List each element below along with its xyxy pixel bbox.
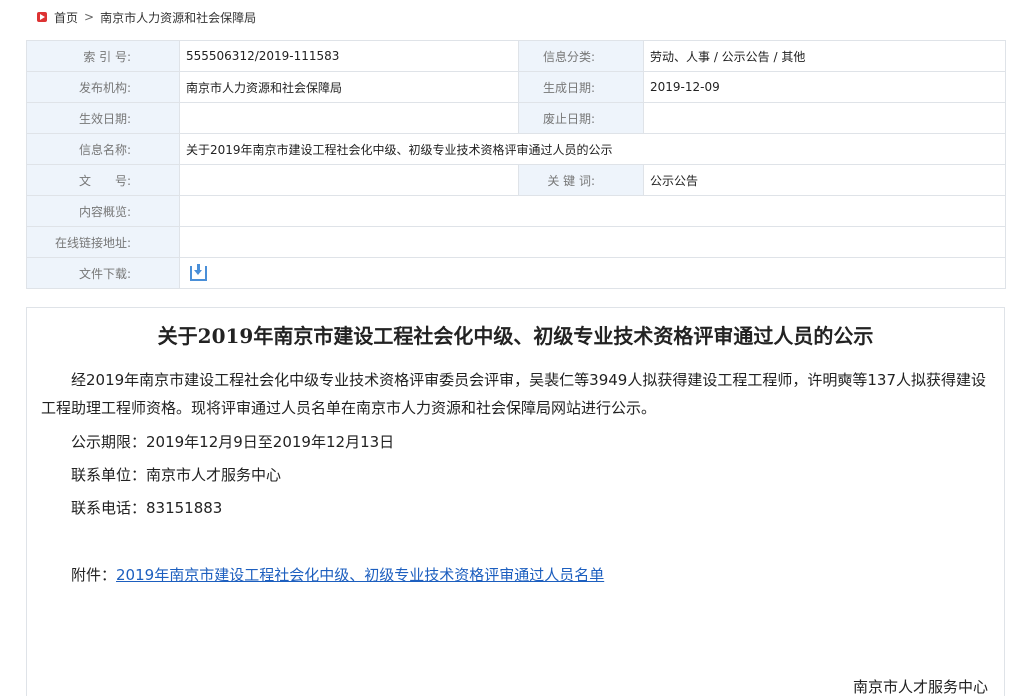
- download-icon[interactable]: [190, 263, 207, 281]
- breadcrumb-separator: >: [84, 10, 95, 24]
- meta-row-docno: 文 号: 关 键 词: 公示公告: [26, 164, 1006, 196]
- publisher-label: 发布机构:: [26, 71, 180, 103]
- doc-number-label: 文 号:: [26, 164, 180, 196]
- article-body: 经2019年南京市建设工程社会化中级专业技术资格评审委员会评审，吴裴仁等3949…: [41, 371, 986, 417]
- index-label: 索 引 号:: [26, 40, 180, 72]
- publicity-period: 公示期限：2019年12月9日至2019年12月13日: [71, 433, 395, 451]
- breadcrumb-home-link[interactable]: 首页: [54, 11, 78, 25]
- created-date-label: 生成日期:: [518, 71, 644, 103]
- download-label: 文件下载:: [26, 257, 180, 289]
- meta-row-download: 文件下载:: [26, 257, 1006, 289]
- contact-unit: 联系单位：南京市人才服务中心: [71, 466, 282, 484]
- meta-row-publisher: 发布机构: 南京市人力资源和社会保障局 生成日期: 2019-12-09: [26, 71, 1006, 103]
- attachment-label: 附件：: [71, 566, 117, 584]
- keywords-value: 公示公告: [643, 164, 1006, 196]
- effective-date-value: [179, 102, 519, 134]
- category-value: 劳动、人事 / 公示公告 / 其他: [643, 40, 1006, 72]
- meta-row-summary: 内容概览:: [26, 195, 1006, 227]
- contact-phone: 联系电话：83151883: [71, 499, 223, 517]
- index-value: 555506312/2019-111583: [179, 40, 519, 72]
- online-link-label: 在线链接地址:: [26, 226, 180, 258]
- meta-row-index: 索 引 号: 555506312/2019-111583 信息分类: 劳动、人事…: [26, 40, 1006, 72]
- article-content: 关于2019年南京市建设工程社会化中级、初级专业技术资格评审通过人员的公示 经2…: [26, 307, 1005, 696]
- summary-label: 内容概览:: [26, 195, 180, 227]
- summary-value: [179, 195, 1006, 227]
- expiry-date-label: 废止日期:: [518, 102, 644, 134]
- meta-row-dates: 生效日期: 废止日期:: [26, 102, 1006, 134]
- info-name-label: 信息名称:: [26, 133, 180, 165]
- home-icon[interactable]: [37, 12, 47, 22]
- publisher-value: 南京市人力资源和社会保障局: [179, 71, 519, 103]
- category-label: 信息分类:: [518, 40, 644, 72]
- metadata-table: 索 引 号: 555506312/2019-111583 信息分类: 劳动、人事…: [26, 40, 1006, 289]
- meta-row-name: 信息名称: 关于2019年南京市建设工程社会化中级、初级专业技术资格评审通过人员…: [26, 133, 1006, 165]
- keywords-label: 关 键 词:: [518, 164, 644, 196]
- attachment-link[interactable]: 2019年南京市建设工程社会化中级、初级专业技术资格评审通过人员名单: [116, 566, 604, 584]
- breadcrumb-current[interactable]: 南京市人力资源和社会保障局: [100, 9, 256, 26]
- doc-number-value: [179, 164, 519, 196]
- signature: 南京市人才服务中心: [852, 678, 988, 696]
- breadcrumb: 首页 > 南京市人力资源和社会保障局: [37, 8, 256, 26]
- article-title: 关于2019年南京市建设工程社会化中级、初级专业技术资格评审通过人员的公示: [157, 324, 874, 348]
- info-name-value: 关于2019年南京市建设工程社会化中级、初级专业技术资格评审通过人员的公示: [179, 133, 1006, 165]
- breadcrumb-current-link[interactable]: 南京市人力资源和社会保障局: [100, 11, 256, 25]
- breadcrumb-home[interactable]: 首页: [54, 9, 78, 26]
- expiry-date-value: [643, 102, 1006, 134]
- meta-row-link: 在线链接地址:: [26, 226, 1006, 258]
- attachment-line: 附件：2019年南京市建设工程社会化中级、初级专业技术资格评审通过人员名单: [71, 564, 604, 585]
- online-link-value: [179, 226, 1006, 258]
- effective-date-label: 生效日期:: [26, 102, 180, 134]
- download-cell: [179, 257, 1006, 289]
- created-date-value: 2019-12-09: [643, 71, 1006, 103]
